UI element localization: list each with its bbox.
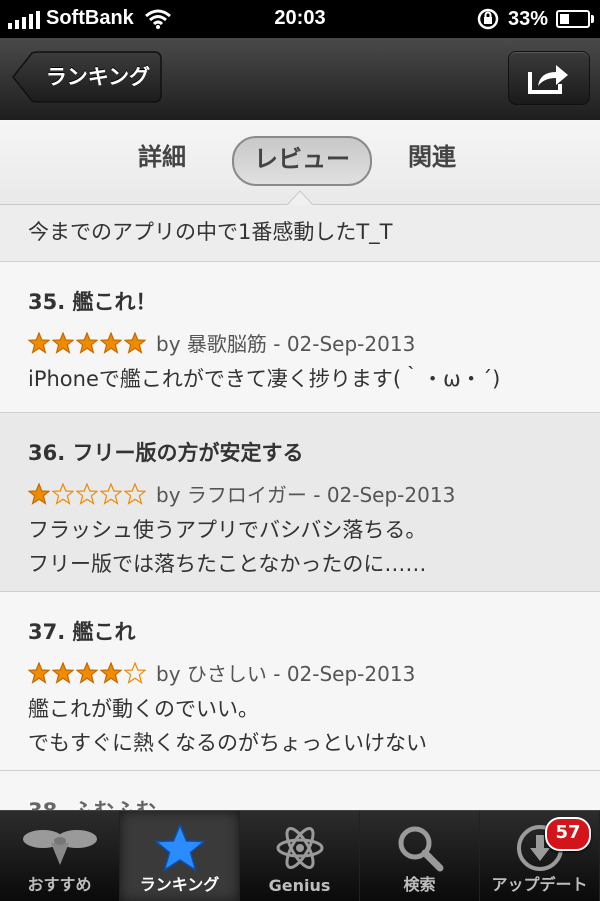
star-filled-icon: [100, 661, 122, 684]
review-item: 37. 艦これ by ひさしい - 02-Sep-2013 艦これが動くのでいい…: [0, 592, 600, 771]
tab-details[interactable]: 詳細: [138, 134, 186, 180]
review-list[interactable]: 今までのアプリの中で1番感動したT_T 35. 艦これ！ by 暴歌脳筋 - 0…: [0, 205, 600, 810]
review-author-date: by ひさしい - 02-Sep-2013: [156, 662, 416, 686]
review-body: 今までのアプリの中で1番感動したT_T: [28, 220, 393, 244]
tab-search[interactable]: 検索: [360, 811, 480, 901]
tab-ranking-label: ランキング: [139, 875, 220, 894]
tab-bar: おすすめ ランキング Genius 検索 57 アップデート: [0, 810, 600, 901]
review-item: 36. フリー版の方が安定する by ラフロイガー - 02-Sep-2013 …: [0, 413, 600, 592]
review-item: 35. 艦これ！ by 暴歌脳筋 - 02-Sep-2013 iPhoneで艦こ…: [0, 262, 600, 413]
review-body: フラッシュ使うアプリでバシバシ落ちる。 フリー版では落ちたことなかったのに……: [28, 518, 427, 576]
tab-ranking[interactable]: ランキング: [120, 811, 240, 901]
tab-featured-label: おすすめ: [27, 875, 92, 894]
star-empty-icon: [100, 482, 122, 505]
review-title: 38. ふむふむ: [28, 795, 157, 810]
tab-related[interactable]: 関連: [408, 134, 456, 180]
star-rating: [28, 661, 146, 684]
star-filled-icon: [76, 331, 98, 354]
star-filled-icon: [28, 331, 50, 354]
star-filled-icon: [100, 331, 122, 354]
review-item: 38. ふむふむ: [0, 771, 600, 810]
back-button[interactable]: ランキング: [12, 51, 162, 103]
star-empty-icon: [124, 482, 146, 505]
star-filled-icon: [124, 331, 146, 354]
star-icon: [153, 823, 206, 872]
review-meta: by 暴歌脳筋 - 02-Sep-2013: [28, 328, 415, 357]
tab-search-label: 検索: [403, 875, 436, 894]
review-meta: by ラフロイガー - 02-Sep-2013: [28, 479, 455, 508]
tab-updates-label: アップデート: [491, 875, 588, 894]
battery-fill: [560, 14, 569, 24]
back-button-label: ランキング: [45, 65, 151, 89]
search-icon: [398, 826, 443, 872]
featured-icon: [22, 830, 97, 865]
review-title: 35. 艦これ！: [28, 290, 157, 314]
rotation-lock-icon: [477, 8, 499, 30]
share-icon: [528, 65, 568, 94]
tab-featured[interactable]: おすすめ: [0, 811, 120, 901]
review-author-date: by ラフロイガー - 02-Sep-2013: [156, 483, 456, 507]
review-body: 艦これが動くのでいい。 でもすぐに熱くなるのがちょっといけない: [28, 697, 427, 755]
tab-genius-label: Genius: [268, 876, 331, 895]
updates-badge: 57: [545, 817, 591, 851]
tab-genius[interactable]: Genius: [240, 811, 360, 901]
review-title: 37. 艦これ: [28, 620, 136, 644]
star-empty-icon: [52, 482, 74, 505]
selected-tab-pointer: [286, 190, 314, 206]
review-author-date: by 暴歌脳筋 - 02-Sep-2013: [156, 332, 416, 356]
star-rating: [28, 482, 146, 505]
battery-percentage: 33%: [507, 7, 548, 30]
star-filled-icon: [28, 482, 50, 505]
star-empty-icon: [124, 661, 146, 684]
star-rating: [28, 331, 146, 354]
tab-reviews[interactable]: レビュー: [232, 136, 372, 186]
star-empty-icon: [76, 482, 98, 505]
star-filled-icon: [52, 661, 74, 684]
share-button[interactable]: [508, 51, 590, 105]
review-body: iPhoneで艦これができて凄く捗ります(｀・ω・´): [28, 367, 501, 391]
review-item: 今までのアプリの中で1番感動したT_T: [0, 205, 600, 262]
tab-updates[interactable]: 57 アップデート: [480, 811, 600, 901]
navigation-bar: ランキング: [0, 38, 600, 121]
star-filled-icon: [76, 661, 98, 684]
review-meta: by ひさしい - 02-Sep-2013: [28, 658, 415, 687]
status-bar: SoftBank 20:03 33%: [0, 0, 600, 38]
atom-icon: [276, 827, 323, 869]
star-filled-icon: [52, 331, 74, 354]
star-filled-icon: [28, 661, 50, 684]
review-title: 36. フリー版の方が安定する: [28, 441, 304, 465]
battery-icon: [556, 10, 594, 28]
